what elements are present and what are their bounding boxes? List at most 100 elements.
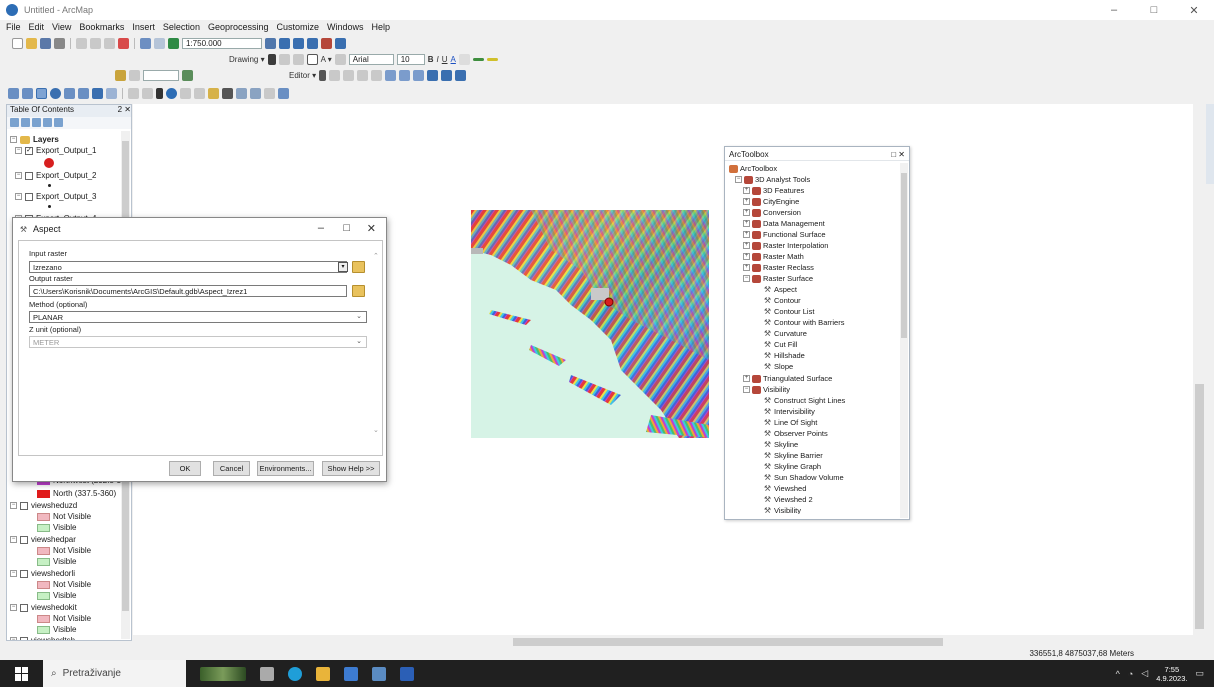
layer-checkbox[interactable]: ✓ xyxy=(25,146,33,155)
line-color-icon[interactable] xyxy=(472,58,484,61)
cut-polygons-icon[interactable] xyxy=(399,70,411,81)
toc-layer-viewshedokit[interactable]: − viewshedokit xyxy=(10,603,77,612)
catalog-search-side-tabs[interactable] xyxy=(1206,104,1214,184)
close-button[interactable]: ✕ xyxy=(1174,0,1214,20)
toc-layer-export-output-2[interactable]: − Export_Output_2 xyxy=(15,171,96,180)
aspect-raster-layer[interactable] xyxy=(471,210,709,438)
copy-icon[interactable] xyxy=(90,38,101,49)
environments-button[interactable]: Environments... xyxy=(257,461,314,476)
forward-icon[interactable] xyxy=(106,88,117,99)
toolset-functional-surface[interactable]: + Functional Surface xyxy=(743,230,826,239)
collapse-icon[interactable]: − xyxy=(10,502,17,509)
hyperlink-icon[interactable] xyxy=(180,88,191,99)
menu-edit[interactable]: Edit xyxy=(29,22,45,32)
toolset-triangulated-surface[interactable]: + Triangulated Surface xyxy=(743,374,832,383)
taskbar-clock[interactable]: 7:55 4.9.2023. xyxy=(1156,665,1187,683)
cancel-button[interactable]: Cancel xyxy=(213,461,250,476)
layer-checkbox[interactable] xyxy=(20,636,28,640)
file-explorer-icon[interactable] xyxy=(316,666,330,681)
python-icon[interactable] xyxy=(335,38,346,49)
task-view-icon[interactable] xyxy=(260,666,274,681)
list-by-drawing-order-icon[interactable] xyxy=(10,118,19,127)
save-icon[interactable] xyxy=(40,38,51,49)
cut-icon[interactable] xyxy=(76,38,87,49)
toc-layer-viewsheduzd[interactable]: − viewsheduzd xyxy=(10,501,77,510)
chevron-up-icon[interactable]: ^ xyxy=(1116,669,1120,679)
layer-checkbox[interactable] xyxy=(20,535,28,544)
editor-toolbar-icon[interactable] xyxy=(265,38,276,49)
tool-cut-fill[interactable]: ⚒ Cut Fill xyxy=(763,340,797,349)
tool-viewshed-2[interactable]: ⚒ Viewshed 2 xyxy=(763,495,813,504)
collapse-icon[interactable]: − xyxy=(10,637,17,640)
font-combo[interactable]: Arial xyxy=(348,54,394,65)
list-by-source-icon[interactable] xyxy=(21,118,30,127)
tool-contour-with-barriers[interactable]: ⚒ Contour with Barriers xyxy=(763,318,845,327)
toc-layer-export-output-3[interactable]: − Export_Output_3 xyxy=(15,192,96,201)
trace-icon[interactable] xyxy=(371,70,383,81)
dialog-minimize-button[interactable]: – xyxy=(318,222,324,234)
toolset-3d-features[interactable]: +3D Features xyxy=(743,186,804,195)
italic-icon[interactable]: I xyxy=(437,55,439,64)
collapse-icon[interactable]: − xyxy=(10,570,17,577)
toc-layer-viewshedpar[interactable]: − viewshedpar xyxy=(10,535,76,544)
map-scale-combo[interactable]: 1:750.000 xyxy=(182,38,262,49)
dialog-scrollbar[interactable]: ⌃ ⌄ xyxy=(373,242,381,454)
drawing-menu[interactable]: Drawing ▾ xyxy=(229,55,265,64)
word-icon[interactable] xyxy=(400,666,414,681)
layer-checkbox[interactable] xyxy=(20,501,28,510)
full-extent-icon[interactable] xyxy=(50,88,61,99)
output-raster-field[interactable]: C:\Users\Korisnik\Documents\ArcGIS\Defau… xyxy=(29,285,347,297)
tool-observer-points[interactable]: ⚒ Observer Points xyxy=(763,429,828,438)
arctoolbox-titlebar[interactable]: ArcToolbox □ ✕ xyxy=(725,149,909,161)
zoom-to-elements-icon[interactable] xyxy=(292,54,304,65)
zoom-in-icon[interactable] xyxy=(8,88,19,99)
zunit-select[interactable]: METER ⌄ xyxy=(29,336,367,348)
arctoolbox-close-button[interactable]: □ ✕ xyxy=(891,150,909,159)
layer-checkbox[interactable] xyxy=(25,171,33,180)
print-icon[interactable] xyxy=(54,38,65,49)
edit-annotation-icon[interactable] xyxy=(329,70,341,81)
network-icon[interactable]: ◔ xyxy=(1128,669,1133,679)
collapse-icon[interactable]: − xyxy=(10,604,17,611)
marker-color-icon[interactable] xyxy=(486,58,498,61)
table-of-contents-icon[interactable] xyxy=(279,38,290,49)
rectangle-icon[interactable] xyxy=(306,54,318,65)
rotate-icon[interactable] xyxy=(278,54,290,65)
text-tool-icon[interactable]: A ▾ xyxy=(321,55,332,64)
tool-slope[interactable]: ⚒ Slope xyxy=(763,362,793,371)
map-horizontal-scrollbar[interactable] xyxy=(133,636,1206,648)
input-raster-dropdown-icon[interactable]: ▾ xyxy=(338,262,348,272)
open-icon[interactable] xyxy=(26,38,37,49)
tool-intervisibility[interactable]: ⚒ Intervisibility xyxy=(763,407,815,416)
layer-checkbox[interactable] xyxy=(20,603,28,612)
paste-icon[interactable] xyxy=(104,38,115,49)
toc-pin-close[interactable]: 2 ✕ xyxy=(118,105,131,117)
attributes-icon[interactable] xyxy=(427,70,439,81)
menu-file[interactable]: File xyxy=(6,22,21,32)
viewer-window-icon[interactable] xyxy=(278,88,289,99)
layer-checkbox[interactable] xyxy=(25,192,33,201)
curved-text-icon[interactable] xyxy=(334,54,346,65)
search-window-icon[interactable] xyxy=(307,38,318,49)
split-icon[interactable] xyxy=(385,70,397,81)
collapse-icon[interactable]: − xyxy=(15,172,22,179)
fill-color-icon[interactable] xyxy=(458,54,470,65)
input-raster-browse-icon[interactable] xyxy=(352,261,365,273)
list-by-visibility-icon[interactable] xyxy=(32,118,41,127)
font-color-icon[interactable]: A xyxy=(451,55,456,64)
redo-icon[interactable] xyxy=(154,38,165,49)
identify-icon[interactable] xyxy=(166,88,177,99)
menu-customize[interactable]: Customize xyxy=(277,22,320,32)
new-icon[interactable] xyxy=(12,38,23,49)
toolset-raster-reclass[interactable]: + Raster Reclass xyxy=(743,263,814,272)
collapse-icon[interactable]: − xyxy=(10,536,17,543)
sketch-properties-icon[interactable] xyxy=(441,70,453,81)
clear-selection-icon[interactable] xyxy=(142,88,153,99)
minimize-button[interactable]: – xyxy=(1094,0,1134,20)
underline-icon[interactable]: U xyxy=(442,55,448,64)
menu-insert[interactable]: Insert xyxy=(132,22,155,32)
edit-tool-icon[interactable] xyxy=(319,70,327,81)
toolset-visibility[interactable]: − Visibility xyxy=(743,385,790,394)
edge-icon[interactable] xyxy=(288,666,302,681)
tool-skyline[interactable]: ⚒ Skyline xyxy=(763,440,798,449)
